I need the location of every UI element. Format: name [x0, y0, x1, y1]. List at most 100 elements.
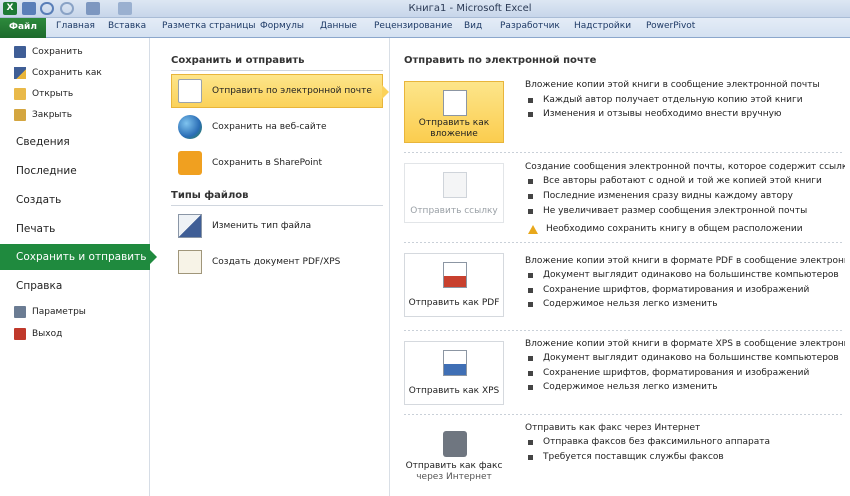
pdf-description: Вложение копии этой книги в формате PDF …: [525, 256, 845, 266]
bullet-icon: [528, 193, 533, 199]
save-as-icon: [14, 67, 26, 79]
send-as-xps-label: Отправить как XPS: [408, 386, 500, 396]
option-save-web-label: Сохранить на веб-сайте: [212, 122, 327, 132]
bullet-item: Каждый автор получает отдельную копию эт…: [528, 95, 803, 105]
send-as-attachment-button[interactable]: Отправить как вложение: [404, 81, 504, 143]
bullet-text: Содержимое нельзя легко изменить: [543, 299, 718, 309]
fax-icon: [443, 431, 467, 457]
option-save-sharepoint-label: Сохранить в SharePoint: [212, 158, 322, 168]
tab-addins[interactable]: Надстройки: [574, 21, 631, 31]
tab-insert[interactable]: Вставка: [108, 21, 146, 31]
nav-save[interactable]: Сохранить: [14, 43, 83, 61]
nav-exit[interactable]: Выход: [14, 325, 62, 343]
link-description: Создание сообщения электронной почты, ко…: [525, 162, 845, 172]
section-title-save-send: Сохранить и отправить: [171, 55, 305, 66]
nav-recent[interactable]: Последние: [16, 165, 77, 177]
option-send-email[interactable]: Отправить по электронной почте: [171, 74, 389, 108]
option-save-sharepoint[interactable]: Сохранить в SharePoint: [171, 146, 383, 180]
option-create-pdf-xps[interactable]: Создать документ PDF/XPS: [171, 245, 383, 279]
bullet-text: Сохранение шрифтов, форматирования и изо…: [543, 285, 810, 295]
nav-info[interactable]: Сведения: [16, 136, 70, 148]
tab-developer[interactable]: Разработчик: [500, 21, 560, 31]
bullet-icon: [528, 370, 533, 376]
nav-save-as[interactable]: Сохранить как: [14, 64, 102, 82]
nav-options-label: Параметры: [32, 307, 86, 317]
send-as-fax-button[interactable]: Отправить как факс через Интернет: [404, 424, 504, 490]
window-title: Книга1 - Microsoft Excel: [408, 3, 532, 14]
bullet-icon: [528, 355, 533, 361]
pdf-xps-document-icon: [178, 250, 202, 274]
bullet-text: Отправка факсов без факсимильного аппара…: [543, 437, 770, 447]
option-save-web[interactable]: Сохранить на веб-сайте: [171, 110, 383, 144]
nav-exit-label: Выход: [32, 329, 63, 339]
send-as-fax-line2: через Интернет: [416, 472, 492, 482]
section-divider: [171, 70, 383, 71]
exit-icon: [14, 328, 26, 340]
bullet-item: Сохранение шрифтов, форматирования и изо…: [528, 368, 809, 378]
option-change-file-type-label: Изменить тип файла: [212, 221, 312, 231]
folder-open-icon: [14, 88, 26, 100]
bullet-text: Последние изменения сразу видны каждому …: [543, 191, 794, 201]
tab-powerpivot[interactable]: PowerPivot: [646, 21, 695, 31]
bullet-icon: [528, 454, 533, 460]
ribbon-tab-bar: Файл Главная Вставка Разметка страницы Ф…: [0, 18, 850, 38]
nav-open[interactable]: Открыть: [14, 85, 73, 103]
tab-data[interactable]: Данные: [320, 21, 357, 31]
tab-page-layout[interactable]: Разметка страницы: [162, 21, 256, 31]
section-divider: [171, 205, 383, 206]
tab-review[interactable]: Рецензирование: [374, 21, 452, 31]
xps-description: Вложение копии этой книги в формате XPS …: [525, 339, 845, 349]
tab-file[interactable]: Файл: [0, 18, 46, 38]
bullet-item: Документ выглядит одинаково на большинст…: [528, 270, 839, 280]
bullet-icon: [528, 178, 533, 184]
panel-title: Отправить по электронной почте: [404, 55, 597, 66]
bullet-item: Требуется поставщик службы факсов: [528, 452, 724, 462]
send-as-fax-line1: Отправить как факс: [405, 461, 503, 471]
nav-options[interactable]: Параметры: [14, 303, 86, 321]
block-divider: [404, 330, 844, 331]
bullet-icon: [528, 272, 533, 278]
nav-close-label: Закрыть: [32, 110, 73, 120]
bullet-text: Изменения и отзывы необходимо внести вру…: [543, 109, 782, 119]
nav-print[interactable]: Печать: [16, 223, 55, 235]
block-divider: [404, 242, 844, 243]
bullet-item: Все авторы работают с одной и той же коп…: [528, 176, 822, 186]
send-link-button[interactable]: Отправить ссылку: [404, 163, 504, 223]
sharepoint-icon: [178, 151, 202, 175]
close-document-icon: [14, 109, 26, 121]
nav-save-and-send[interactable]: Сохранить и отправить: [0, 244, 157, 270]
option-send-email-label: Отправить по электронной почте: [212, 86, 372, 96]
options-icon: [14, 306, 26, 318]
nav-help[interactable]: Справка: [16, 280, 62, 292]
link-icon: [443, 172, 467, 198]
nav-new[interactable]: Создать: [16, 194, 61, 206]
nav-save-as-label: Сохранить как: [32, 68, 102, 78]
tab-view[interactable]: Вид: [464, 21, 482, 31]
send-as-xps-button[interactable]: Отправить как XPS: [404, 341, 504, 405]
nav-open-label: Открыть: [32, 89, 74, 99]
bullet-item: Отправка факсов без факсимильного аппара…: [528, 437, 770, 447]
warning-item: Необходимо сохранить книгу в общем распо…: [528, 224, 803, 234]
bullet-item: Не увеличивает размер сообщения электрон…: [528, 206, 807, 216]
bullet-text: Не увеличивает размер сообщения электрон…: [543, 206, 808, 216]
send-as-pdf-button[interactable]: Отправить как PDF: [404, 253, 504, 317]
save-send-options: Сохранить и отправить Отправить по элект…: [155, 38, 390, 496]
xps-icon: [443, 350, 467, 376]
attachment-icon: [443, 90, 467, 116]
bullet-item: Последние изменения сразу видны каждому …: [528, 191, 793, 201]
warning-icon: [528, 224, 538, 234]
attachment-description: Вложение копии этой книги в сообщение эл…: [525, 80, 820, 90]
nav-close[interactable]: Закрыть: [14, 106, 72, 124]
option-change-file-type[interactable]: Изменить тип файла: [171, 209, 383, 243]
bullet-text: Все авторы работают с одной и той же коп…: [543, 176, 822, 186]
bullet-item: Сохранение шрифтов, форматирования и изо…: [528, 285, 809, 295]
pdf-icon: [443, 262, 467, 288]
tab-home[interactable]: Главная: [56, 21, 95, 31]
tab-formulas[interactable]: Формулы: [260, 21, 304, 31]
bullet-text: Документ выглядит одинаково на большинст…: [543, 270, 839, 280]
bullet-item: Содержимое нельзя легко изменить: [528, 299, 718, 309]
bullet-text: Документ выглядит одинаково на большинст…: [543, 353, 839, 363]
send-as-pdf-label: Отправить как PDF: [408, 298, 500, 308]
bullet-item: Документ выглядит одинаково на большинст…: [528, 353, 839, 363]
bullet-text: Требуется поставщик службы факсов: [543, 452, 724, 462]
